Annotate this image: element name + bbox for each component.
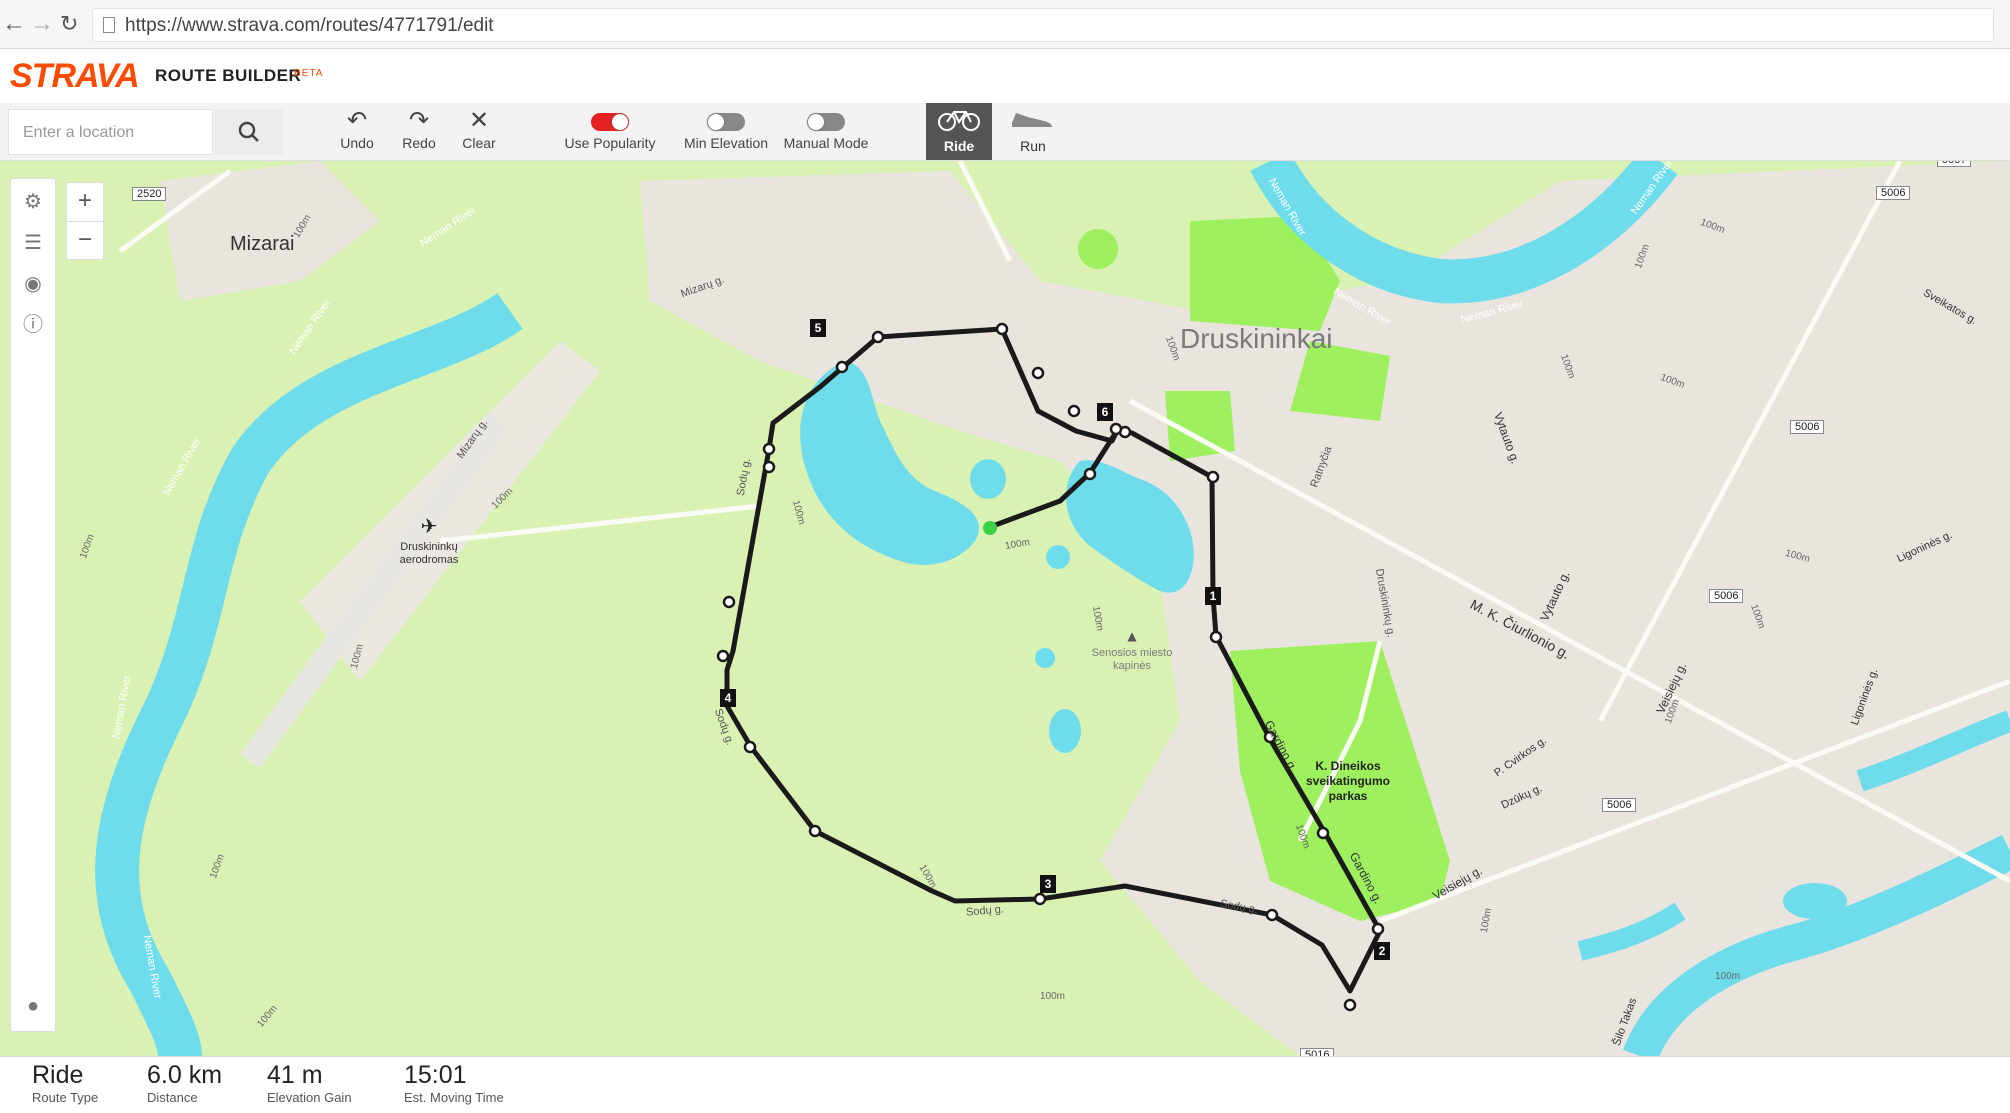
app-header: STRAVA ROUTE BUILDER BETA <box>0 49 2010 103</box>
manual-mode-label: Manual Mode <box>783 135 869 151</box>
ride-button[interactable]: Ride <box>926 103 992 160</box>
road-shield: 5006 <box>1876 186 1911 200</box>
min-elevation-label: Min Elevation <box>683 135 769 151</box>
reload-icon[interactable]: ↻ <box>60 10 78 38</box>
road-shield: 5007 <box>1937 161 1972 167</box>
distance-value: 6.0 km <box>147 1061 223 1089</box>
gear-icon[interactable]: ⚙ <box>22 191 44 213</box>
undo-label: Undo <box>340 135 374 151</box>
location-search-input[interactable] <box>9 110 215 156</box>
info-icon[interactable]: ⓘ <box>22 314 44 336</box>
clear-button[interactable]: ✕ Clear <box>456 107 502 151</box>
road-shield: 5016 <box>1300 1048 1335 1056</box>
back-icon[interactable]: ← <box>2 10 26 38</box>
redo-button[interactable]: ↷ Redo <box>396 107 442 151</box>
route-marker[interactable]: 5 <box>810 319 826 337</box>
stat-distance: 6.0 km Distance <box>147 1061 222 1107</box>
road-shield: 2520 <box>132 187 167 201</box>
urban-areas <box>160 161 2010 1056</box>
search-icon <box>238 121 259 142</box>
redo-label: Redo <box>402 135 436 151</box>
zoom-out-button[interactable]: − <box>67 222 103 260</box>
undo-button[interactable]: ↶ Undo <box>334 107 380 151</box>
url-text[interactable]: https://www.strava.com/routes/4771791/ed… <box>125 15 494 37</box>
run-label: Run <box>1020 138 1046 154</box>
route-map[interactable]: ✈ ▲ Mizarai Druskininkai Druskininkų aer… <box>0 161 2010 1056</box>
route-type-value: Ride <box>32 1061 84 1089</box>
zoom-in-button[interactable]: + <box>67 183 103 222</box>
bicycle-icon <box>938 111 980 131</box>
cemetery-icon: ▲ <box>1127 629 1137 643</box>
ride-label: Ride <box>943 138 975 154</box>
airport-runway <box>240 413 510 769</box>
road-shield: 5006 <box>1709 589 1744 603</box>
forward-icon[interactable]: → <box>30 10 54 38</box>
use-popularity-toggle[interactable]: Use Popularity <box>556 107 664 151</box>
map-side-panel: ⚙ ☰ ◉ ⓘ ● <box>10 178 56 1032</box>
road-shield: 5006 <box>1602 798 1637 812</box>
beta-badge: BETA <box>294 68 324 79</box>
moving-time-value: 15:01 <box>404 1061 467 1089</box>
stat-elevation-gain: 41 m Elevation Gain <box>267 1061 352 1107</box>
distance-label: Distance <box>147 1090 198 1105</box>
browser-url-bar: ← → ↻ https://www.strava.com/routes/4771… <box>0 0 2010 49</box>
min-elevation-toggle[interactable]: Min Elevation <box>672 107 780 151</box>
address-bar[interactable]: https://www.strava.com/routes/4771791/ed… <box>92 8 1994 42</box>
park-label: K. Dineikos sveikatingumo parkas <box>1305 759 1391 803</box>
route-marker[interactable]: 3 <box>1040 875 1056 893</box>
use-popularity-switch[interactable] <box>591 113 629 131</box>
run-button[interactable]: Run <box>1000 103 1066 160</box>
location-search <box>8 109 215 156</box>
cemetery-label: Senosios miesto kapinės <box>1091 647 1173 672</box>
route-marker[interactable]: 1 <box>1205 587 1221 605</box>
redo-icon: ↷ <box>408 107 430 134</box>
list-icon[interactable]: ☰ <box>22 232 44 254</box>
min-elevation-switch[interactable] <box>707 113 745 131</box>
undo-icon: ↶ <box>346 107 368 134</box>
route-type-label: Route Type <box>32 1090 99 1105</box>
page-title: ROUTE BUILDER <box>155 66 302 85</box>
mizarai-label: Mizarai <box>230 233 295 255</box>
strava-logo[interactable]: STRAVA <box>10 57 140 96</box>
route-toolbar: ↶ Undo ↷ Redo ✕ Clear Use Popularity Min… <box>0 103 2010 161</box>
road-shield: 5006 <box>1790 420 1825 434</box>
route-start-marker <box>983 521 997 535</box>
stat-moving-time: 15:01 Est. Moving Time <box>404 1061 504 1107</box>
airplane-icon: ✈ <box>421 514 438 538</box>
elevation-gain-value: 41 m <box>267 1061 323 1089</box>
route-stats-bar: Ride Route Type 6.0 km Distance 41 m Ele… <box>0 1056 2010 1113</box>
clear-label: Clear <box>462 135 496 151</box>
druskininkai-label: Druskininkai <box>1180 323 1333 354</box>
search-button[interactable] <box>215 109 283 155</box>
contour-label: 100m <box>1715 971 1741 982</box>
map-pin-icon[interactable]: ◉ <box>22 273 44 295</box>
use-popularity-label: Use Popularity <box>564 135 656 151</box>
contour-label: 100m <box>1040 991 1066 1002</box>
manual-mode-switch[interactable] <box>807 113 845 131</box>
route-marker[interactable]: 2 <box>1374 942 1390 960</box>
route-marker[interactable]: 6 <box>1097 403 1113 421</box>
location-icon[interactable]: ● <box>22 995 44 1017</box>
airport-label: Druskininkų aerodromas <box>399 541 459 566</box>
zoom-controls: + − <box>66 182 104 260</box>
page-icon <box>103 17 115 33</box>
shoe-icon <box>1012 113 1052 127</box>
route-marker[interactable]: 4 <box>720 689 736 707</box>
map-canvas[interactable]: ✈ ▲ <box>0 161 2010 1056</box>
stat-route-type: Ride Route Type <box>32 1061 98 1107</box>
moving-time-label: Est. Moving Time <box>404 1090 504 1105</box>
manual-mode-toggle[interactable]: Manual Mode <box>780 107 872 151</box>
close-icon: ✕ <box>468 107 490 134</box>
elevation-gain-label: Elevation Gain <box>267 1090 352 1105</box>
